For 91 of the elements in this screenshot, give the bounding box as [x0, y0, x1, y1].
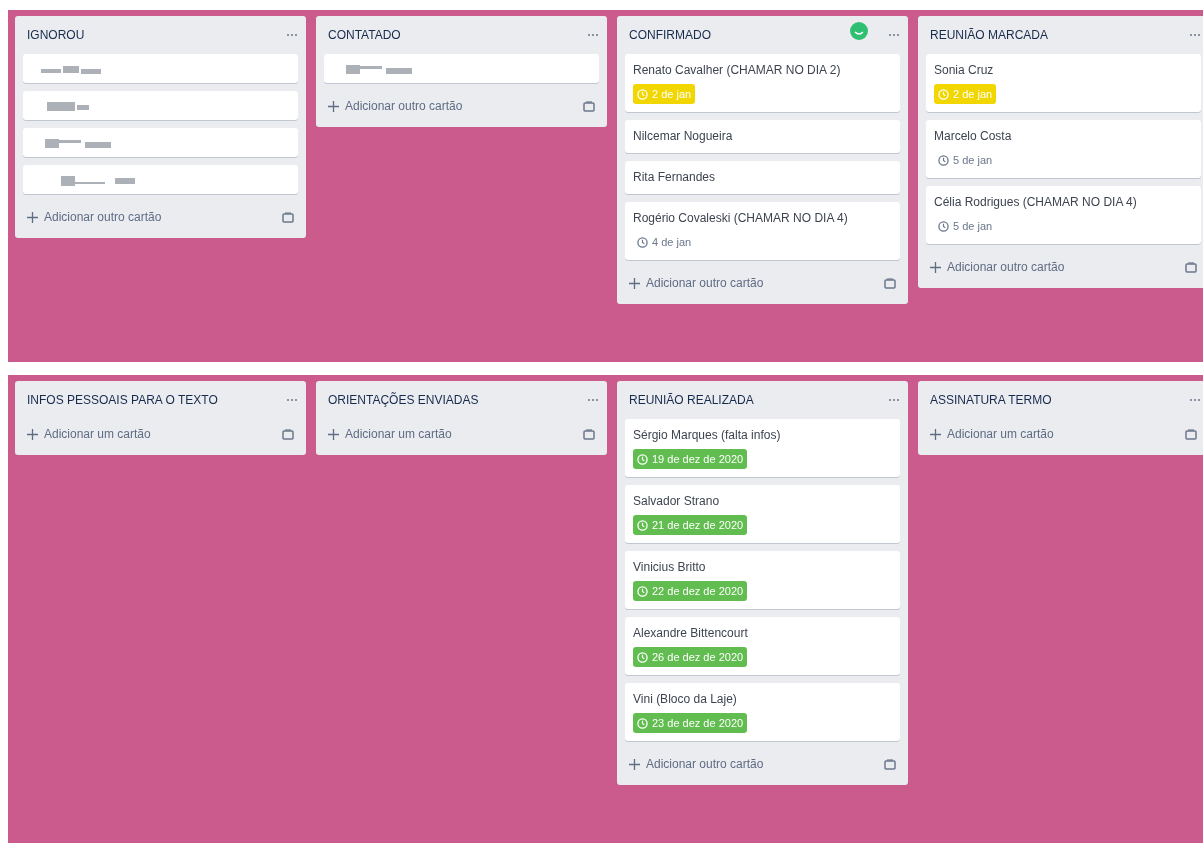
menu-icon[interactable]	[587, 33, 599, 37]
card[interactable]: Célia Rodrigues (CHAMAR NO DIA 4) 5 de jan	[926, 186, 1201, 244]
card-title: Nilcemar Nogueira	[633, 128, 734, 145]
plus-icon	[328, 428, 339, 440]
plus-icon	[629, 758, 640, 770]
card-title: Salvador Strano	[633, 493, 721, 510]
card-title: Sérgio Marques (falta infos)	[633, 427, 782, 444]
card[interactable]: Nilcemar Nogueira	[625, 120, 900, 153]
plus-icon	[27, 428, 38, 440]
card-title: Vini (Bloco da Laje)	[633, 691, 738, 708]
plus-icon	[930, 261, 941, 273]
card[interactable]: Rita Fernandes	[625, 161, 900, 194]
card-title: Vinicius Britto	[633, 559, 707, 576]
card[interactable]: Sonia Cruz 2 de jan	[926, 54, 1201, 112]
due-date-badge: 26 de dez de 2020	[633, 647, 748, 667]
card[interactable]: Vini (Bloco da Laje) 23 de dez de 2020	[625, 683, 900, 741]
clock-icon	[938, 154, 949, 166]
card-title: Sonia Cruz	[934, 62, 995, 79]
template-icon[interactable]	[884, 758, 896, 770]
clock-icon	[637, 717, 648, 729]
list-title: CONTATADO	[328, 27, 401, 44]
card[interactable]	[23, 91, 298, 120]
due-date-badge: 22 de dez de 2020	[633, 581, 748, 601]
list-title: REUNIÃO REALIZADA	[629, 392, 754, 409]
due-date-badge: 2 de jan	[633, 84, 696, 104]
due-date-badge: 2 de jan	[934, 84, 997, 104]
add-card-button[interactable]: Adicionar outro cartão	[629, 755, 764, 773]
template-icon[interactable]	[884, 277, 896, 289]
card[interactable]	[324, 54, 599, 83]
template-icon[interactable]	[1185, 428, 1197, 440]
card[interactable]: Vinicius Britto 22 de dez de 2020	[625, 551, 900, 609]
card[interactable]: Rogério Covaleski (CHAMAR NO DIA 4) 4 de jan	[625, 202, 900, 260]
clock-icon	[938, 220, 949, 232]
card[interactable]	[23, 54, 298, 83]
card[interactable]: Marcelo Costa 5 de jan	[926, 120, 1201, 178]
plus-icon	[27, 211, 38, 223]
list-title: CONFIRMADO	[629, 27, 711, 44]
plus-icon	[629, 277, 640, 289]
add-card-button[interactable]: Adicionar um cartão	[328, 425, 452, 443]
blurred-text-drawing	[41, 63, 101, 74]
due-date-label: 5 de jan	[934, 150, 997, 170]
add-card-button[interactable]: Adicionar outro cartão	[930, 258, 1065, 276]
card[interactable]: Salvador Strano 21 de dez de 2020	[625, 485, 900, 543]
clock-icon	[637, 585, 648, 597]
due-date-label: 4 de jan	[633, 232, 696, 252]
card-title: Alexandre Bittencourt	[633, 625, 749, 642]
due-date-badge: 21 de dez de 2020	[633, 515, 748, 535]
clock-icon	[637, 519, 648, 531]
clock-icon	[938, 88, 949, 100]
card-title: Marcelo Costa	[934, 128, 1013, 145]
add-card-button[interactable]: Adicionar um cartão	[930, 425, 1054, 443]
card-title: Rogério Covaleski (CHAMAR NO DIA 4)	[633, 210, 849, 227]
clock-icon	[637, 453, 648, 465]
card-title: Renato Cavalher (CHAMAR NO DIA 2)	[633, 62, 842, 79]
card[interactable]	[23, 128, 298, 157]
add-card-button[interactable]: Adicionar outro cartão	[629, 274, 764, 292]
add-card-button[interactable]: Adicionar um cartão	[27, 425, 151, 443]
card[interactable]: Renato Cavalher (CHAMAR NO DIA 2) 2 de jan	[625, 54, 900, 112]
list-title: REUNIÃO MARCADA	[930, 27, 1048, 44]
card-title: Rita Fernandes	[633, 169, 717, 186]
menu-icon[interactable]	[286, 33, 298, 37]
card[interactable]: Alexandre Bittencourt 26 de dez de 2020	[625, 617, 900, 675]
template-icon[interactable]	[282, 428, 294, 440]
list-title: ASSINATURA TERMO	[930, 392, 1052, 409]
menu-icon[interactable]	[286, 398, 298, 402]
template-icon[interactable]	[1185, 261, 1197, 273]
menu-icon[interactable]	[888, 398, 900, 402]
list-title: ORIENTAÇÕES ENVIADAS	[328, 391, 479, 409]
menu-icon[interactable]	[1189, 33, 1201, 37]
card-title: Célia Rodrigues (CHAMAR NO DIA 4)	[934, 194, 1138, 211]
due-date-badge: 19 de dez de 2020	[633, 449, 748, 469]
menu-icon[interactable]	[1189, 398, 1201, 402]
avatar-icon[interactable]	[850, 22, 868, 40]
card[interactable]	[23, 165, 298, 194]
plus-icon	[930, 428, 941, 440]
card[interactable]: Sérgio Marques (falta infos) 19 de dez de 2020	[625, 419, 900, 477]
menu-icon[interactable]	[587, 398, 599, 402]
list-title: IGNOROU	[27, 27, 85, 44]
due-date-badge: 23 de dez de 2020	[633, 713, 748, 733]
menu-icon[interactable]	[888, 33, 900, 37]
list-title: INFOS PESSOAIS PARA O TEXTO	[27, 392, 218, 409]
template-icon[interactable]	[583, 428, 595, 440]
template-icon[interactable]	[583, 100, 595, 112]
plus-icon	[328, 100, 339, 112]
clock-icon	[637, 236, 648, 248]
clock-icon	[637, 651, 648, 663]
template-icon[interactable]	[282, 211, 294, 223]
add-card-button[interactable]: Adicionar outro cartão	[27, 208, 162, 226]
due-date-label: 5 de jan	[934, 216, 997, 236]
add-card-button[interactable]: Adicionar outro cartão	[328, 97, 463, 115]
clock-icon	[637, 88, 648, 100]
